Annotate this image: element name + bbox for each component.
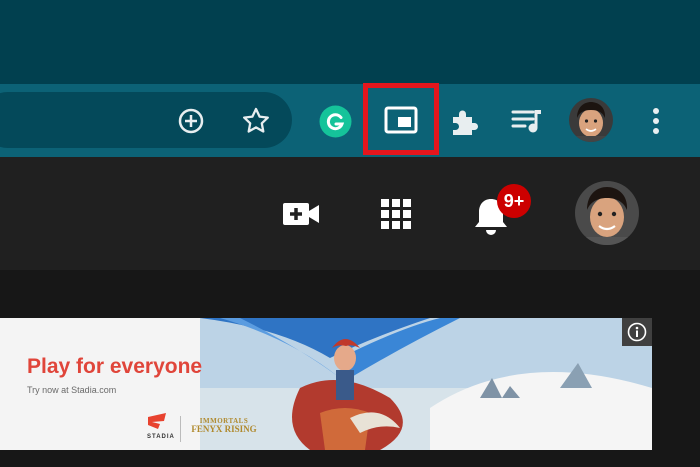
stadia-logo-icon	[148, 413, 166, 429]
info-icon[interactable]	[622, 318, 652, 346]
avatar[interactable]	[569, 98, 613, 142]
picture-in-picture-highlight	[363, 83, 439, 155]
game-logo: IMMORTALS FENYX RISING	[188, 418, 260, 434]
ad-logo-divider	[180, 416, 181, 442]
media-queue-icon[interactable]	[509, 104, 545, 138]
create-video-icon[interactable]	[280, 198, 322, 230]
browser-titlebar	[0, 0, 700, 84]
grammarly-icon[interactable]	[319, 105, 352, 138]
more-vert-icon[interactable]	[646, 104, 666, 138]
apps-grid-icon[interactable]	[378, 196, 414, 232]
stadia-brand-label: STADIA	[147, 434, 175, 440]
game-logo-line2: FENYX RISING	[191, 424, 257, 434]
youtube-header	[0, 157, 700, 270]
browser-toolbar	[0, 84, 700, 157]
star-icon[interactable]	[240, 105, 272, 137]
ad-headline: Play for everyone	[27, 355, 203, 378]
avatar[interactable]	[575, 181, 639, 245]
notification-badge: 9+	[497, 184, 531, 218]
add-circle-icon[interactable]	[176, 106, 206, 136]
ad-subtext: Try now at Stadia.com	[27, 385, 117, 395]
ad-banner[interactable]: Play for everyone Try now at Stadia.com …	[0, 318, 652, 450]
ad-artwork	[200, 318, 652, 450]
extensions-icon[interactable]	[447, 105, 481, 139]
